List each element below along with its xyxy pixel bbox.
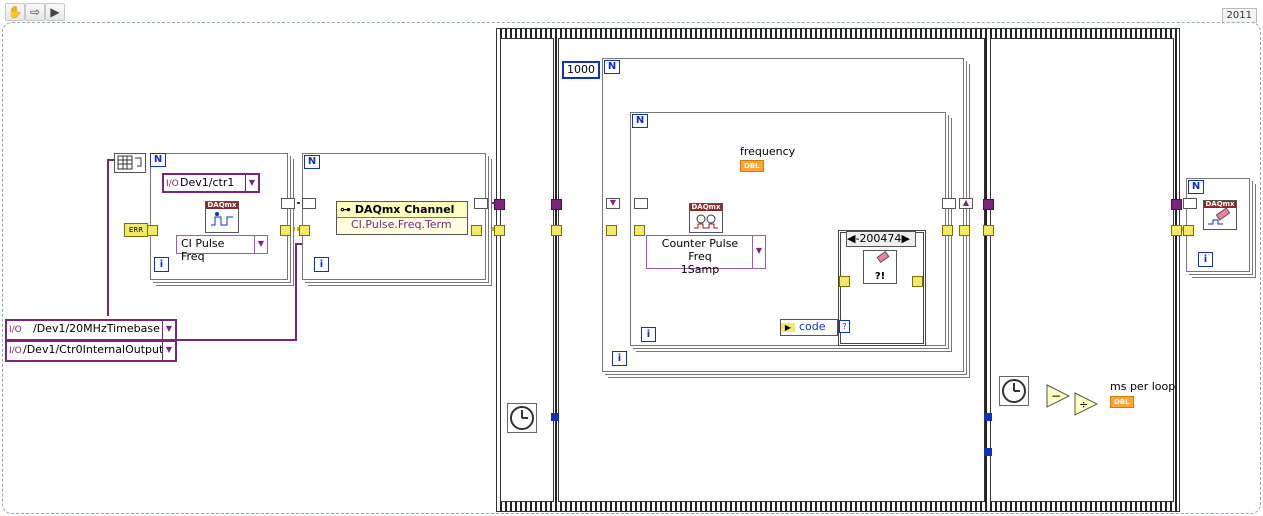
clock-icon [510,406,534,430]
refnum-tunnel [634,198,648,209]
error-shift-register [634,225,645,236]
error-shift-register [471,225,482,236]
iteration-terminal: i [154,257,169,272]
error-tunnel [1183,225,1194,236]
counter-channel-constant[interactable]: I/O Dev1/ctr1 ▼ [162,173,260,193]
ms-per-loop-indicator[interactable]: DBL [1110,396,1134,408]
refnum-shift-register [281,198,295,209]
chevron-down-icon[interactable]: ▼ [254,236,267,253]
read-type-enum[interactable]: Counter Pulse Freq 1Samp ▼ [646,235,766,276]
glasses-icon [694,214,718,229]
refnum-tunnel [983,199,994,210]
tick-count-node[interactable] [999,376,1029,406]
property-icon: ⊶ [340,203,351,216]
iteration-terminal: i [314,257,329,272]
chevron-down-icon[interactable]: ▼ [245,175,258,191]
count-terminal[interactable]: N [1188,180,1204,194]
refnum-tunnel [1183,198,1197,209]
chevron-down-icon[interactable]: ▼ [752,236,765,268]
subtract-node[interactable]: − [1046,384,1070,408]
iteration-terminal: i [1198,252,1213,267]
numeric-tunnel [984,448,992,456]
daqmx-channel-property-node[interactable]: ⊶ DAQmx Channel CI.Pulse.Freq.Term [336,201,468,235]
clear-error-node[interactable]: ?! [863,250,897,284]
iteration-terminal: i [612,351,627,366]
io-icon: I/O [9,346,22,356]
refnum-tunnel [1171,199,1182,210]
clock-icon [1002,379,1026,403]
case-selector-terminal[interactable]: ? [839,320,850,333]
error-cluster-constant[interactable]: ERR [124,223,148,237]
numeric-tunnel [551,413,559,421]
property-item[interactable]: CI.Pulse.Freq.Term [337,218,467,231]
channel-type-enum[interactable]: CI Pulse Freq ▼ [176,235,268,263]
count-terminal[interactable]: N [632,114,648,128]
frequency-label: frequency [740,145,796,158]
divide-icon: ÷ [1079,398,1088,411]
io-icon: I/O [9,325,22,335]
ms-per-loop-label: ms per loop [1110,380,1176,393]
resource-table-icon[interactable] [114,153,146,173]
error-shift-register [606,225,617,236]
error-case-structure[interactable] [838,230,926,346]
property-node-title: ⊶ DAQmx Channel [337,202,467,218]
iteration-terminal: i [641,327,656,342]
minus-icon: − [1051,389,1061,403]
divide-node[interactable]: ÷ [1074,392,1098,416]
tick-count-node[interactable] [507,403,537,433]
error-shift-register [959,225,970,236]
error-shift-register [942,225,953,236]
chevron-down-icon[interactable]: ▼ [162,321,175,339]
frequency-indicator[interactable]: DBL [740,160,764,172]
error-tunnel [147,225,158,236]
sequence-frame-3[interactable] [990,38,1174,502]
refnum-tunnel [551,199,562,210]
refnum-shift-register [302,198,316,209]
unbundle-by-name[interactable]: ▶ code [780,319,838,336]
error-tunnel [299,225,310,236]
error-tunnel [1171,225,1182,236]
daqmx-create-channel-node[interactable]: DAQmx [205,201,239,233]
count-terminal[interactable]: N [604,60,620,74]
refnum-shift-register: ▼ [606,198,620,209]
count-terminal[interactable]: N [304,155,320,169]
gate-source-constant[interactable]: I/O /Dev1/Ctr0InternalOutput ▼ [5,340,177,362]
refnum-tunnel [942,198,956,209]
numeric-tunnel [984,413,992,421]
case-next-icon[interactable]: ▶ [901,232,909,245]
daqmx-read-node[interactable]: DAQmx [689,203,723,233]
refnum-tunnel [494,199,505,210]
error-tunnel [551,225,562,236]
eraser-icon [1208,207,1231,225]
chevron-down-icon[interactable]: ▼ [162,342,175,360]
error-tunnel [983,225,994,236]
refnum-shift-register: ▲ [959,198,973,209]
case-tunnel [839,276,850,287]
count-terminal[interactable]: N [150,153,166,167]
eraser-icon [876,250,890,264]
case-selector[interactable]: ◀-200474▶ [846,231,916,247]
error-tunnel [494,225,505,236]
arrow-icon: ▶ [781,323,795,332]
timebase-source-constant[interactable]: I/O /Dev1/20MHzTimebase ▼ [5,319,177,341]
refnum-shift-register [474,198,488,209]
case-tunnel [912,276,923,287]
io-icon: I/O [166,179,179,189]
loop-count-constant[interactable]: 1000 [562,61,600,79]
daqmx-clear-task-node[interactable]: DAQmx [1203,200,1237,230]
error-shift-register [280,225,291,236]
